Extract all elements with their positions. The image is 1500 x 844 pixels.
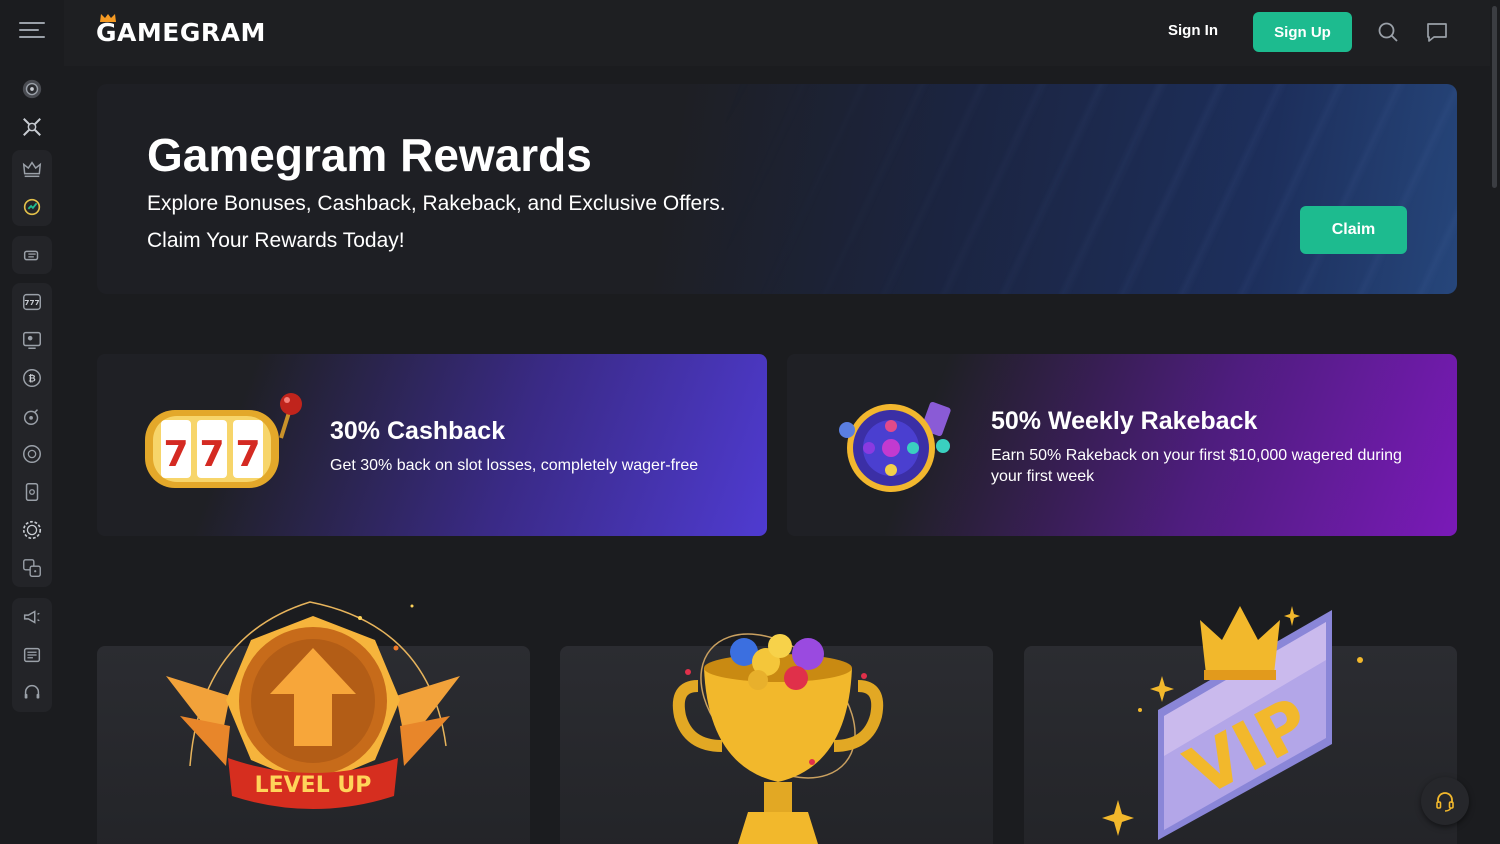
support-headset-icon — [1436, 792, 1454, 812]
sidebar-group-casino: 777 ₿ — [12, 283, 52, 587]
bitcoin-icon[interactable]: ₿ — [12, 359, 52, 397]
svg-text:7: 7 — [235, 434, 260, 475]
dice-icon[interactable] — [12, 549, 52, 587]
page-scrollbar[interactable] — [1490, 0, 1500, 844]
slots-777-icon[interactable]: 777 — [12, 283, 52, 321]
rakeback-title: 50% Weekly Rakeback — [991, 407, 1258, 435]
top-header: GAMEGRAM Sign In Sign Up — [64, 0, 1490, 66]
trophy-icon — [672, 633, 884, 844]
headset-icon[interactable] — [12, 674, 52, 712]
svg-text:7: 7 — [163, 434, 188, 475]
hand-coin-icon[interactable] — [12, 236, 52, 274]
vip-crown-icon: VIP — [1102, 606, 1363, 840]
hero-subtitle-line2: Claim Your Rewards Today! — [147, 229, 405, 252]
prize-wheel-icon — [839, 401, 951, 492]
chip-icon[interactable] — [12, 435, 52, 473]
cashback-offer-card[interactable]: 7 7 7 30% Cashback Get 30% back on slot … — [97, 354, 767, 536]
svg-text:7: 7 — [199, 434, 224, 475]
svg-text:777: 777 — [24, 298, 39, 307]
rakeback-description: Earn 50% Rakeback on your first $10,000 … — [991, 447, 1402, 485]
search-icon[interactable] — [1376, 20, 1400, 44]
card-icon[interactable] — [12, 473, 52, 511]
live-dealer-icon[interactable] — [12, 321, 52, 359]
hero-background-pattern — [97, 84, 1457, 294]
megaphone-icon[interactable] — [12, 598, 52, 636]
svg-text:₿: ₿ — [28, 374, 36, 385]
rewards-wheel-icon[interactable] — [12, 188, 52, 226]
hero-title: Gamegram Rewards — [147, 129, 592, 181]
level-up-badge-text: LEVEL UP — [255, 773, 372, 798]
scrollbar-thumb[interactable] — [1492, 6, 1497, 188]
level-up-badge-icon: LEVEL UP — [166, 601, 460, 809]
sign-in-button[interactable]: Sign In — [1168, 22, 1218, 39]
news-icon[interactable] — [12, 636, 52, 674]
menu-toggle-icon[interactable] — [19, 22, 45, 42]
crown-icon[interactable] — [12, 150, 52, 188]
sidebar-group-promotions — [12, 236, 52, 274]
chat-icon[interactable] — [1425, 20, 1449, 44]
cashback-description: Get 30% back on slot losses, completely … — [330, 457, 699, 474]
roulette-icon[interactable] — [12, 511, 52, 549]
sign-up-button[interactable]: Sign Up — [1253, 12, 1352, 52]
support-chat-button[interactable] — [1421, 777, 1469, 825]
logo[interactable]: GAMEGRAM — [96, 18, 266, 47]
rewards-hero-banner: Gamegram Rewards Explore Bonuses, Cashba… — [97, 84, 1457, 294]
hero-subtitle-line1: Explore Bonuses, Cashback, Rakeback, and… — [147, 192, 726, 215]
sidebar-group-misc — [12, 598, 52, 712]
sidebar-group-games — [12, 70, 52, 146]
sidebar-group-rewards — [12, 150, 52, 226]
bomb-icon[interactable] — [12, 397, 52, 435]
cashback-title: 30% Cashback — [330, 417, 506, 445]
slot-machine-icon: 7 7 7 — [145, 393, 302, 488]
crossed-swords-icon[interactable] — [12, 108, 52, 146]
rakeback-offer-card[interactable]: 50% Weekly Rakeback Earn 50% Rakeback on… — [787, 354, 1457, 536]
casino-chip-icon[interactable] — [12, 70, 52, 108]
claim-button[interactable]: Claim — [1300, 206, 1407, 254]
sidebar: 777 ₿ — [0, 0, 64, 844]
